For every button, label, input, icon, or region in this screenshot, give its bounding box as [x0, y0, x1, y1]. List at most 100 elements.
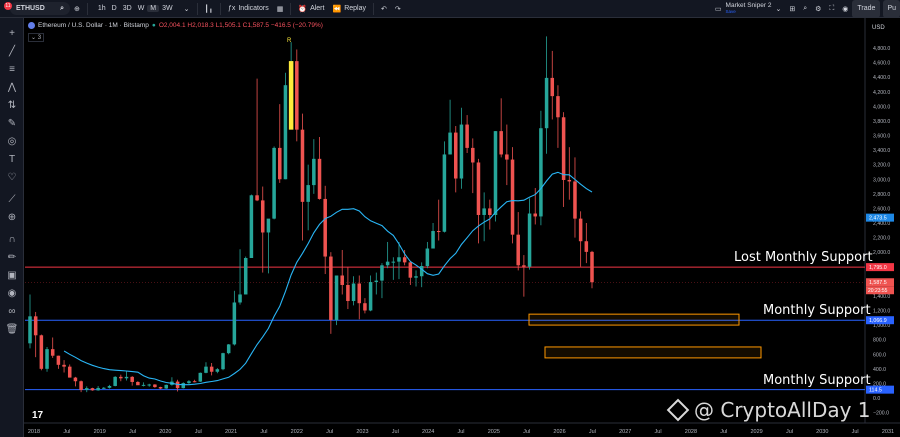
templates-button[interactable]: ▦ [273, 0, 288, 18]
eye-icon[interactable]: ◉ [5, 286, 19, 300]
candle-body [453, 132, 458, 179]
layout-status: Save [725, 8, 736, 14]
prediction-icon[interactable]: ⇅ [5, 98, 19, 112]
interval-d[interactable]: D [109, 5, 120, 12]
pattern-icon[interactable]: ⋀ [5, 80, 19, 94]
notification-badge[interactable]: 11 [4, 2, 12, 10]
price-tick-label: 2,400.0 [873, 221, 890, 227]
fullscreen-icon: ⛶ [829, 4, 835, 12]
currency-label: USD [872, 25, 885, 31]
candle-body [164, 384, 169, 389]
brush-icon[interactable]: ✎ [5, 116, 19, 130]
text-icon[interactable]: T [5, 152, 19, 166]
candle-body [561, 117, 566, 180]
last-price-tag: 1,587.5 [869, 280, 887, 286]
candle-body [482, 208, 486, 215]
interval-dropdown[interactable]: ⌄ [180, 0, 194, 18]
candle-body [510, 159, 515, 235]
alarm-clock-icon: ⏰ [298, 5, 308, 13]
quick-search-button[interactable]: ⌕ [799, 0, 811, 18]
fullscreen-button[interactable]: ⛶ [825, 0, 838, 18]
indicator-toggle[interactable]: ⌄ 3 [28, 33, 45, 42]
candle-body [249, 195, 254, 258]
candle-body [39, 335, 44, 369]
screenshot-button[interactable]: ◉ [838, 0, 852, 18]
interval-w[interactable]: W [135, 5, 148, 12]
price-chart[interactable]: 4,800.0 4,600.0 4,400.0 4,200.0 4,000.0 3,800… [0, 0, 900, 437]
candle-body [516, 234, 520, 266]
replay-button[interactable]: ⏪ Replay [328, 0, 370, 18]
price-tick-label: 3,600.0 [873, 134, 890, 140]
grid-icon: ⊞ [789, 5, 796, 13]
price-tick-label: 600.0 [873, 352, 886, 358]
price-tick-label: 2,200.0 [873, 236, 890, 242]
price-tick-label: 2,600.0 [873, 206, 890, 212]
candle-body [209, 366, 214, 372]
lock-icon[interactable]: ▣ [5, 268, 19, 282]
price-tick-label: 1,400.0 [873, 294, 890, 300]
price-tick-label: 1,000.0 [873, 323, 890, 329]
alert-button[interactable]: ⏰ Alert [294, 0, 328, 18]
zoom-in-icon[interactable]: ⊕ [5, 210, 19, 224]
candle-body [153, 384, 157, 388]
interval-3w[interactable]: 3W [159, 5, 176, 12]
trash-icon[interactable]: 🗑 [5, 322, 19, 336]
heart-icon[interactable]: ♡ [5, 170, 19, 184]
candle-body [556, 96, 560, 118]
candle-body [221, 353, 225, 370]
add-symbol-button[interactable]: ⊕ [70, 0, 84, 18]
link-icon[interactable]: ∞ [5, 304, 19, 318]
candle-body [527, 213, 532, 267]
time-tick-label: 2027 [619, 429, 631, 435]
time-tick-label: Jul [457, 429, 464, 435]
chart-legend: Ethereum / U.S. Dollar · 1M · Bitstamp ●… [28, 22, 323, 29]
undo-button[interactable]: ↶ [377, 0, 391, 18]
magnet-icon[interactable]: ∩ [5, 232, 19, 246]
candle-body [283, 85, 288, 180]
legend-title[interactable]: Ethereum / U.S. Dollar · 1M · Bitstamp [38, 22, 149, 29]
countdown-tag: 20:23:55 [868, 288, 888, 294]
last-price-tag-bg [866, 278, 894, 287]
trend-line-icon[interactable]: ╱ [5, 44, 19, 58]
candle-body [539, 128, 543, 217]
publish-button[interactable]: Pu [883, 0, 900, 18]
candle-body [317, 158, 322, 199]
interval-1h[interactable]: 1h [95, 5, 109, 12]
crosshair-icon[interactable]: + [5, 26, 19, 40]
time-tick-label: 2020 [159, 429, 171, 435]
fib-icon[interactable]: ≡ [5, 62, 19, 76]
candle-body [62, 364, 66, 367]
chevron-down-icon: ⌄ [183, 5, 190, 13]
layout-button[interactable]: ▭ Market Sniper 2 Save ⌄ [711, 0, 785, 18]
time-tick-label: 2031 [882, 429, 894, 435]
indicators-button[interactable]: ƒx Indicators [224, 0, 273, 18]
candle-body [425, 248, 430, 267]
interval-m[interactable]: M [147, 5, 160, 12]
ethereum-icon [28, 22, 35, 29]
candle-body [385, 261, 390, 266]
candle-body [465, 124, 469, 148]
watermark: @ CryptoAllDay 1 [666, 398, 871, 422]
ruler-icon[interactable]: ⟋ [5, 192, 19, 206]
settings-button[interactable]: ⚙ [811, 0, 825, 18]
candle-body [204, 366, 208, 373]
symbol-search-button[interactable]: ETHUSD ⌕ [10, 2, 70, 15]
geometry-icon[interactable]: ◎ [5, 134, 19, 148]
chart-type-button[interactable]: ┃╻ [201, 0, 217, 18]
candle-body [130, 376, 134, 382]
eye-icon[interactable]: ● [152, 22, 156, 29]
ma-price-tag-bg [866, 213, 894, 222]
interval-3d[interactable]: 3D [120, 5, 135, 12]
candle-body [351, 283, 356, 302]
time-tick-label: 2030 [816, 429, 828, 435]
candle-body [380, 265, 384, 281]
stay-drawing-icon[interactable]: ✏ [5, 250, 19, 264]
candle-body [397, 257, 401, 262]
candle-body [113, 376, 117, 386]
redo-button[interactable]: ↷ [391, 0, 405, 18]
candle-body [33, 316, 38, 336]
support1-tag: 1,066.9 [869, 318, 887, 324]
trade-button[interactable]: Trade [852, 0, 881, 18]
candle-body [584, 241, 589, 252]
layout-grid-button[interactable]: ⊞ [785, 0, 799, 18]
